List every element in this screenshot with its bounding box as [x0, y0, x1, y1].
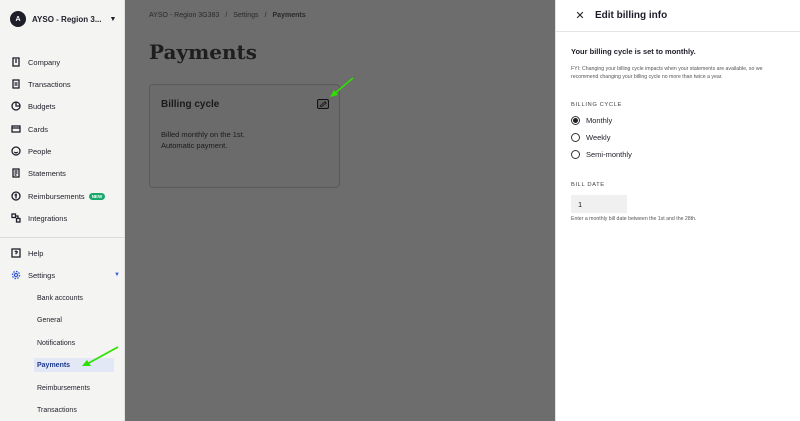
sidebar-item-people[interactable]: People	[10, 144, 51, 158]
sidebar-sub-transactions[interactable]: Transactions	[34, 403, 114, 417]
radio-label: Semi-monthly	[586, 150, 632, 159]
edit-icon[interactable]	[317, 99, 329, 109]
card-line-billed: Billed monthly on the 1st.	[161, 130, 245, 139]
sidebar-item-label: Statements	[28, 168, 66, 178]
radio-monthly[interactable]: Monthly	[571, 116, 612, 125]
sidebar-sub-bank-accounts[interactable]: Bank accounts	[34, 291, 114, 305]
radio-button[interactable]	[571, 133, 580, 142]
card-body: Billed monthly on the 1st. Automatic pay…	[161, 129, 245, 151]
caret-down-icon: ▼	[114, 272, 120, 278]
help-icon	[10, 248, 21, 259]
breadcrumb-separator: /	[225, 12, 228, 19]
radio-weekly[interactable]: Weekly	[571, 133, 610, 142]
breadcrumb-current: Payments	[272, 12, 306, 19]
annotation-arrow-icon	[330, 77, 354, 97]
receipt-icon	[10, 79, 21, 90]
billing-cycle-label: BILLING CYCLE	[571, 102, 622, 108]
sidebar-item-label: Integrations	[28, 213, 68, 223]
gear-icon	[10, 270, 21, 281]
billing-cycle-card: Billing cycle Billed monthly on the 1st.…	[149, 84, 340, 188]
sidebar-item-label: Help	[28, 248, 44, 258]
page-title: Payments	[149, 40, 258, 64]
sidebar-item-label: Budgets	[28, 101, 56, 111]
breadcrumb-separator: /	[264, 12, 267, 19]
card-icon	[10, 124, 21, 135]
radio-semi-monthly[interactable]: Semi-monthly	[571, 150, 632, 159]
card-title: Billing cycle	[161, 99, 220, 110]
bill-date-input[interactable]	[571, 195, 627, 213]
sidebar-item-transactions[interactable]: Transactions	[10, 77, 71, 91]
edit-billing-panel: ✕ Edit billing info Your billing cycle i…	[555, 0, 800, 421]
radio-label: Monthly	[586, 116, 613, 125]
breadcrumb-org[interactable]: AYSO - Region 3G383	[149, 12, 219, 19]
sidebar-item-label: Company	[28, 57, 61, 67]
bill-date-hint: Enter a monthly bill date between the 1s…	[571, 216, 697, 222]
building-icon	[10, 57, 21, 68]
smile-icon	[10, 146, 21, 157]
sidebar-item-help[interactable]: Help	[10, 246, 43, 260]
main-content: AYSO - Region 3G383 / Settings / Payment…	[125, 0, 555, 421]
radio-button[interactable]	[571, 116, 580, 125]
breadcrumb-settings[interactable]: Settings	[233, 12, 258, 19]
annotation-arrow-icon	[82, 346, 119, 366]
sidebar-sub-reimbursements[interactable]: Reimbursements	[34, 381, 114, 395]
radio-button[interactable]	[571, 150, 580, 159]
sidebar-item-label: Cards	[28, 124, 49, 134]
sidebar-item-label: Reimbursements	[28, 191, 85, 201]
sidebar-sub-general[interactable]: General	[34, 313, 114, 327]
new-badge: NEW	[88, 192, 106, 200]
bill-date-label: BILL DATE	[571, 182, 605, 188]
card-line-payment: Automatic payment.	[161, 141, 228, 150]
sidebar-item-company[interactable]: Company	[10, 55, 60, 69]
org-name: AYSO - Region 3...	[32, 14, 102, 24]
sidebar-item-label: Settings	[28, 270, 56, 280]
panel-title: Edit billing info	[595, 10, 668, 21]
billing-heading: Your billing cycle is set to monthly.	[571, 47, 696, 56]
sidebar-divider	[0, 237, 125, 238]
sidebar-item-label: Transactions	[28, 79, 71, 89]
sidebar-item-label: People	[28, 146, 52, 156]
sidebar-item-statements[interactable]: Statements	[10, 166, 66, 180]
sidebar-item-budgets[interactable]: Budgets	[10, 99, 56, 113]
statement-icon	[10, 168, 21, 179]
reimburse-icon	[10, 191, 21, 202]
sidebar-item-cards[interactable]: Cards	[10, 122, 48, 136]
sidebar-item-settings[interactable]: Settings ▼	[10, 268, 120, 282]
caret-down-icon: ▼	[109, 15, 117, 23]
close-icon[interactable]: ✕	[574, 10, 586, 22]
sidebar-item-integrations[interactable]: Integrations	[10, 211, 67, 225]
integrations-icon	[10, 213, 21, 224]
billing-fyi: FYI: Changing your billing cycle impacts…	[571, 66, 763, 80]
panel-header: ✕ Edit billing info	[556, 0, 800, 32]
org-avatar: A	[10, 11, 26, 27]
breadcrumb: AYSO - Region 3G383 / Settings / Payment…	[149, 12, 306, 19]
budget-icon	[10, 101, 21, 112]
sidebar-item-reimbursements[interactable]: Reimbursements NEW	[10, 189, 106, 203]
org-switcher[interactable]: A AYSO - Region 3... ▼	[0, 0, 124, 38]
radio-label: Weekly	[586, 133, 611, 142]
